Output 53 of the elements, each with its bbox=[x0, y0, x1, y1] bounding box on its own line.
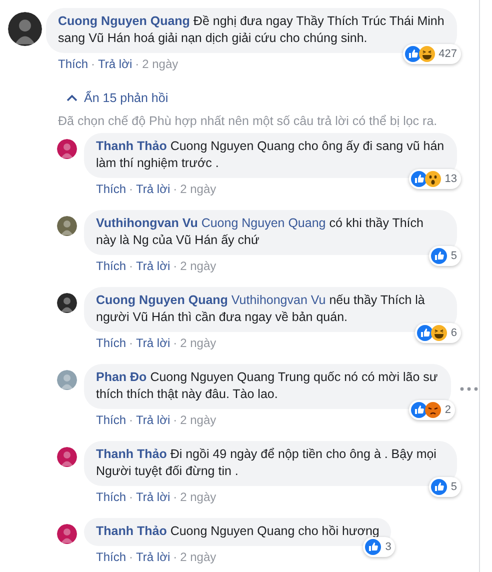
more-options-icon bbox=[459, 386, 479, 392]
separator-dot: · bbox=[173, 182, 178, 198]
timestamp: 2 ngày bbox=[180, 413, 216, 429]
action-link[interactable]: Thích bbox=[96, 336, 126, 364]
timestamp: 2 ngày bbox=[180, 259, 216, 275]
separator-dot: · bbox=[173, 336, 178, 352]
reaction-count[interactable]: 5 bbox=[428, 246, 461, 266]
comment-text: Phan Đo Cuong Nguyen Quang Trung quốc nó có mời lão sư thích thích thật này đâu. Tào lao. bbox=[96, 369, 439, 403]
separator-dot: · bbox=[91, 57, 96, 73]
action-link[interactable]: Trả lời bbox=[136, 490, 170, 518]
action-link[interactable]: Thích bbox=[58, 57, 88, 89]
comment-text: Vuthihongvan Vu Cuong Nguyen Quang có khi thầy Thích này là Ng của Vũ Hán ấy chứ bbox=[96, 215, 424, 249]
separator-dot: · bbox=[129, 490, 134, 506]
timestamp: 2 ngày bbox=[180, 182, 216, 198]
separator-dot: · bbox=[129, 413, 134, 429]
action-link[interactable]: Trả lời bbox=[136, 413, 170, 441]
comment-text: Thanh Thảo Cuong Nguyen Quang cho ông ấy đi sang vũ hán làm thí nghiệm trước . bbox=[96, 138, 445, 172]
timestamp: 2 ngày bbox=[180, 336, 216, 352]
reaction-count[interactable]: 3 bbox=[363, 537, 396, 557]
comment-text: Cuong Nguyen Quang Đề nghị đưa ngay Thầy Thích Trúc Thái Minh sang Vũ Hán hoá giải nạn dịch giải cứu cho chúng sinh. bbox=[58, 13, 445, 47]
separator-dot: · bbox=[129, 259, 134, 275]
separator-dot: · bbox=[173, 490, 178, 506]
separator-dot: · bbox=[173, 413, 178, 429]
action-link[interactable]: Thích bbox=[96, 490, 126, 518]
action-link[interactable]: Trả lời bbox=[98, 57, 132, 89]
action-link[interactable]: Trả lời bbox=[136, 336, 170, 364]
separator-dot: · bbox=[129, 550, 134, 566]
comment-text: Thanh Thảo Đi ngồi 49 ngày để nộp tiền cho ông à . Bậy mọi Người tuyệt đối đừng tin . bbox=[96, 446, 438, 480]
timestamp: 2 ngày bbox=[142, 57, 178, 73]
chevron-up-icon bbox=[66, 94, 78, 102]
action-link[interactable]: Thích bbox=[96, 413, 126, 441]
comment-text: Cuong Nguyen Quang Vuthihongvan Vu nếu thầy Thích là người Vũ Hán thì cần đưa ngay về bản quán. bbox=[96, 292, 426, 326]
reaction-count[interactable]: 6 bbox=[414, 323, 461, 343]
comment-text: Thanh Thảo Cuong Nguyen Quang cho hồi hương bbox=[96, 523, 380, 540]
separator-dot: · bbox=[173, 259, 178, 275]
timestamp: 2 ngày bbox=[180, 490, 216, 506]
action-link[interactable]: Thích bbox=[96, 182, 126, 210]
action-link[interactable]: Trả lời bbox=[136, 259, 170, 287]
filter-note: Đã chọn chế độ Phù hợp nhất nên một số câu trả lời có thể bị lọc ra. bbox=[58, 114, 438, 128]
reaction-count[interactable]: 2 bbox=[408, 400, 455, 420]
separator-dot: · bbox=[173, 550, 178, 566]
separator-dot: · bbox=[135, 57, 140, 73]
reaction-count[interactable]: 5 bbox=[428, 477, 461, 497]
action-link[interactable]: Trả lời bbox=[136, 550, 170, 572]
reaction-count[interactable]: 13 bbox=[408, 169, 461, 189]
timestamp: 2 ngày bbox=[180, 550, 216, 566]
action-link[interactable]: Thích bbox=[96, 259, 126, 287]
reaction-count[interactable]: 427 bbox=[402, 44, 461, 64]
hide-replies-link[interactable]: Ẩn 15 phản hồi bbox=[84, 91, 168, 105]
action-link[interactable]: Thích bbox=[96, 550, 126, 572]
action-link[interactable]: Trả lời bbox=[136, 182, 170, 210]
separator-dot: · bbox=[129, 336, 134, 352]
separator-dot: · bbox=[129, 182, 134, 198]
